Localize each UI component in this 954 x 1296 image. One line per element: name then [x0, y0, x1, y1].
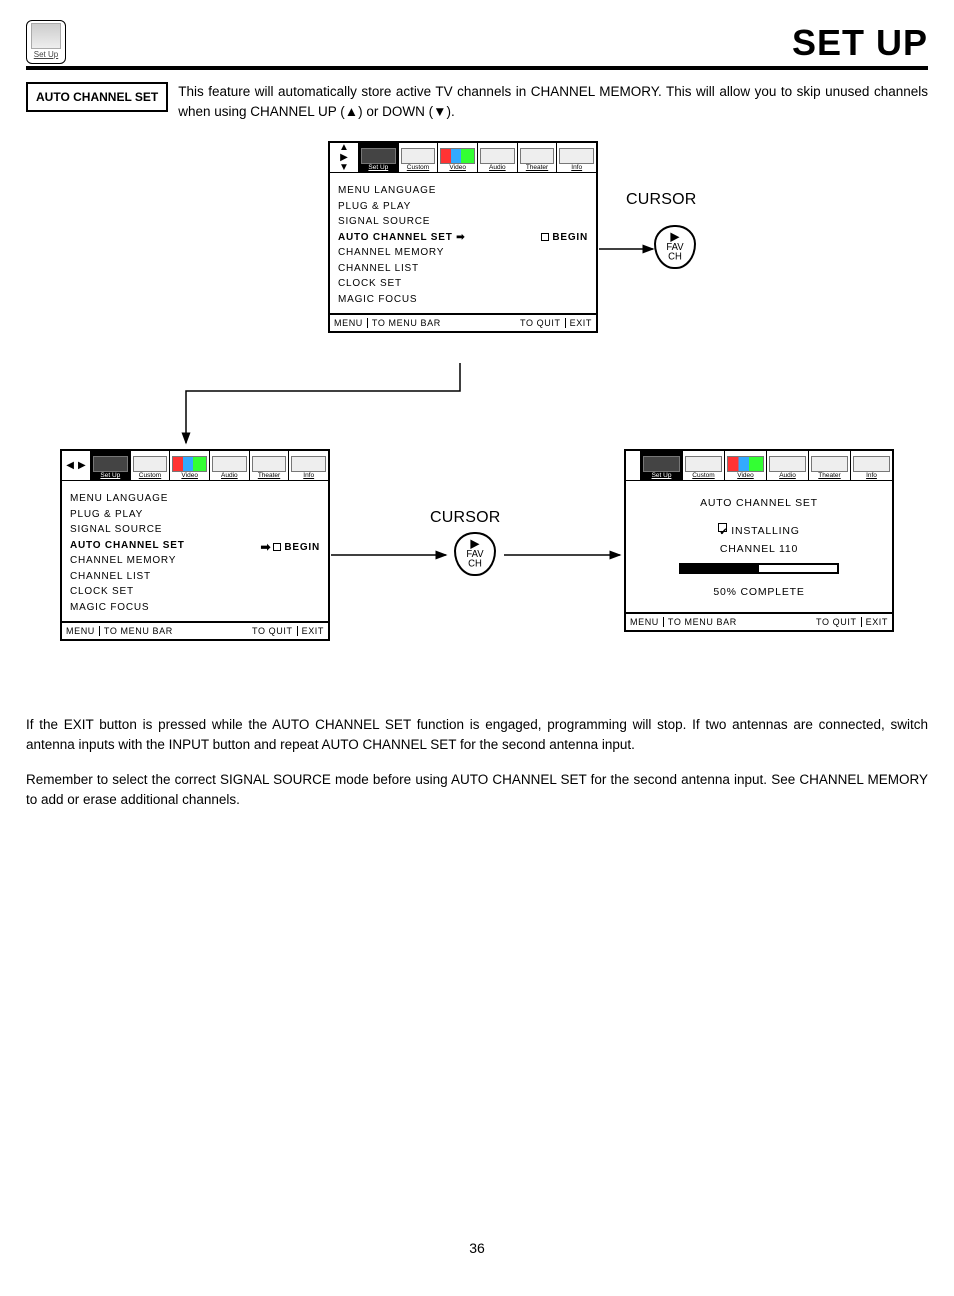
osd1-footer: MENU TO MENU BAR TO QUIT EXIT [330, 313, 596, 331]
osd3-channel: CHANNEL 110 [634, 541, 884, 559]
osd3-tab-video: Video [724, 451, 766, 480]
osd1-item-2: SIGNAL SOURCE [338, 214, 588, 230]
osd3-tab-audio: Audio [766, 451, 808, 480]
intro-row: AUTO CHANNEL SET This feature will autom… [26, 82, 928, 121]
osd1-tab-setup: Set Up [358, 143, 398, 172]
osd3-tab-info: Info [850, 451, 892, 480]
cursor-button-2[interactable]: ▶ FAV CH [454, 532, 496, 576]
osd1-foot-menu: MENU [334, 318, 368, 328]
osd3-title: AUTO CHANNEL SET [634, 495, 884, 513]
setup-category-icon: Set Up [26, 20, 66, 64]
osd2-tab-setup: Set Up [90, 451, 130, 480]
osd1-menu-list: MENU LANGUAGE PLUG & PLAY SIGNAL SOURCE … [330, 173, 596, 313]
osd1-nav-updown: ▲▶▼ [330, 143, 358, 172]
osd2-item-1: PLUG & PLAY [70, 507, 320, 523]
osd1-tab-info: Info [556, 143, 596, 172]
page-header: Set Up SET UP [26, 20, 928, 70]
osd1-menubar: ▲▶▼ Set Up Custom Video Audio Theater In… [330, 143, 596, 173]
osd1-item-6: CLOCK SET [338, 276, 588, 292]
osd2-tab-info: Info [288, 451, 328, 480]
osd3-foot-tomenubar: TO MENU BAR [668, 617, 737, 627]
checkbox-icon [541, 233, 549, 241]
arrow-right-icon: ➡ [456, 232, 465, 243]
cursor-label-2: CURSOR [430, 509, 501, 527]
favch-l2: CH [668, 252, 682, 261]
osd3-tab-custom: Custom [682, 451, 724, 480]
osd3-foot-exit: EXIT [866, 617, 888, 627]
osd2-menubar: ◀▶ Set Up Custom Video Audio Theater Inf… [62, 451, 328, 481]
osd2-begin-label: BEGIN [284, 542, 320, 553]
osd2-foot-tomenubar: TO MENU BAR [104, 626, 173, 636]
osd-screen-1: ▲▶▼ Set Up Custom Video Audio Theater In… [328, 141, 598, 333]
osd2-begin: ➡ BEGIN [260, 538, 320, 557]
osd1-foot-tomenubar: TO MENU BAR [372, 318, 441, 328]
osd-screen-3: Set Up Custom Video Audio Theater Info A… [624, 449, 894, 631]
osd3-installing: ✔INSTALLING [634, 523, 884, 541]
setup-icon-label: Set Up [29, 50, 63, 59]
osd2-item-5: CHANNEL LIST [70, 569, 320, 585]
osd3-foot-menu: MENU [630, 617, 664, 627]
osd2-tab-custom: Custom [130, 451, 170, 480]
osd1-tab-theater: Theater [517, 143, 557, 172]
cursor-label-1: CURSOR [626, 191, 697, 209]
osd3-foot-toquit: TO QUIT [816, 617, 862, 627]
osd1-foot-toquit: TO QUIT [520, 318, 566, 328]
osd2-item-7: MAGIC FOCUS [70, 600, 320, 616]
feature-tag: AUTO CHANNEL SET [26, 82, 168, 112]
osd3-footer: MENU TO MENU BAR TO QUIT EXIT [626, 612, 892, 630]
osd2-item-3: AUTO CHANNEL SET ➡ BEGIN [70, 538, 320, 554]
osd2-item-3-label: AUTO CHANNEL SET [70, 540, 185, 551]
check-icon: ✔ [718, 523, 727, 532]
osd2-tab-theater: Theater [249, 451, 289, 480]
progress-bar [679, 563, 839, 574]
intro-text: This feature will automatically store ac… [178, 82, 928, 121]
osd1-item-5: CHANNEL LIST [338, 261, 588, 277]
osd2-foot-toquit: TO QUIT [252, 626, 298, 636]
osd3-complete: 50% COMPLETE [634, 584, 884, 602]
osd2-item-6: CLOCK SET [70, 584, 320, 600]
osd1-tab-video: Video [437, 143, 477, 172]
osd1-begin-label: BEGIN [552, 232, 588, 243]
favch2-l2: CH [468, 559, 482, 568]
osd-screen-2: ◀▶ Set Up Custom Video Audio Theater Inf… [60, 449, 330, 641]
osd2-menu-list: MENU LANGUAGE PLUG & PLAY SIGNAL SOURCE … [62, 481, 328, 621]
osd1-foot-exit: EXIT [570, 318, 592, 328]
osd2-foot-menu: MENU [66, 626, 100, 636]
osd1-tab-custom: Custom [398, 143, 438, 172]
para-1: If the EXIT button is pressed while the … [26, 715, 928, 756]
page-title: SET UP [792, 22, 928, 64]
osd1-item-7: MAGIC FOCUS [338, 292, 588, 308]
osd2-item-0: MENU LANGUAGE [70, 491, 320, 507]
osd2-footer: MENU TO MENU BAR TO QUIT EXIT [62, 621, 328, 639]
osd3-progress-body: AUTO CHANNEL SET ✔INSTALLING CHANNEL 110… [626, 481, 892, 611]
progress-bar-fill [681, 565, 759, 572]
osd2-foot-exit: EXIT [302, 626, 324, 636]
osd1-item-1: PLUG & PLAY [338, 199, 588, 215]
arrow-right-icon: ➡ [260, 540, 271, 554]
para-2: Remember to select the correct SIGNAL SO… [26, 770, 928, 811]
osd1-item-0: MENU LANGUAGE [338, 183, 588, 199]
checkbox-icon [273, 543, 281, 551]
flow-diagram: ▲▶▼ Set Up Custom Video Audio Theater In… [26, 141, 928, 701]
osd3-tab-theater: Theater [808, 451, 850, 480]
osd1-tab-audio: Audio [477, 143, 517, 172]
osd3-tab-setup: Set Up [640, 451, 682, 480]
osd1-item-3-label: AUTO CHANNEL SET [338, 232, 453, 243]
osd3-nav-spacer [626, 451, 640, 480]
cursor-button-1[interactable]: ▶ FAV CH [654, 225, 696, 269]
body-paragraphs: If the EXIT button is pressed while the … [26, 715, 928, 810]
osd1-begin: BEGIN [541, 230, 588, 246]
osd3-menubar: Set Up Custom Video Audio Theater Info [626, 451, 892, 481]
page-number: 36 [26, 1240, 928, 1256]
osd1-item-3: AUTO CHANNEL SET ➡ BEGIN [338, 230, 588, 246]
osd2-tab-audio: Audio [209, 451, 249, 480]
osd2-item-2: SIGNAL SOURCE [70, 522, 320, 538]
osd2-nav-leftright: ◀▶ [62, 451, 90, 480]
osd2-tab-video: Video [169, 451, 209, 480]
setup-icon-graphic [31, 23, 61, 49]
osd1-item-4: CHANNEL MEMORY [338, 245, 588, 261]
